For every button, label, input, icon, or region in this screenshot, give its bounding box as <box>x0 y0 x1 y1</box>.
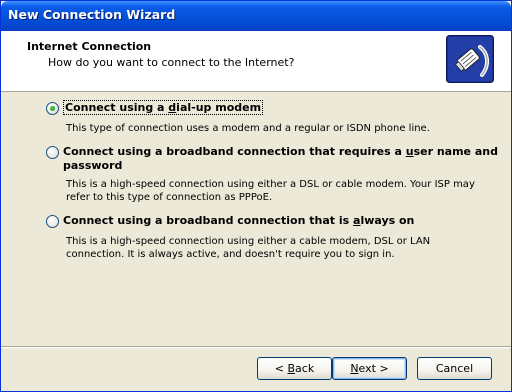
option-pppoe-label[interactable]: Connect using a broadband connection tha… <box>63 145 498 173</box>
option-dialup-description: This type of connection uses a modem and… <box>66 123 430 134</box>
page-title: Internet Connection <box>27 40 152 53</box>
title-bar[interactable]: New Connection Wizard <box>1 1 511 31</box>
wizard-window: New Connection Wizard Internet Connectio… <box>0 0 512 392</box>
radio-pppoe[interactable] <box>46 146 59 159</box>
option-pppoe-description-line1: This is a high-speed connection using ei… <box>66 179 475 190</box>
page-subtitle: How do you want to connect to the Intern… <box>48 56 295 69</box>
radio-dialup[interactable] <box>46 102 59 115</box>
back-button[interactable]: < Back <box>257 357 332 380</box>
window-title: New Connection Wizard <box>8 7 176 22</box>
radio-selected-dot <box>50 106 55 111</box>
wizard-header: Internet Connection How do you want to c… <box>1 31 511 92</box>
option-always-on-description-line1: This is a high-speed connection using ei… <box>66 236 431 247</box>
option-pppoe-description-line2: refer to this type of connection as PPPo… <box>66 192 273 203</box>
button-divider <box>1 346 511 348</box>
network-cable-icon <box>446 35 494 83</box>
cancel-button[interactable]: Cancel <box>417 357 492 380</box>
option-always-on-label[interactable]: Connect using a broadband connection tha… <box>63 214 414 228</box>
next-button[interactable]: Next > <box>332 357 407 380</box>
radio-always-on[interactable] <box>46 215 59 228</box>
option-dialup-label[interactable]: Connect using a dial-up modem <box>63 100 264 115</box>
option-always-on-description-line2: connection. It is always active, and doe… <box>66 249 395 260</box>
